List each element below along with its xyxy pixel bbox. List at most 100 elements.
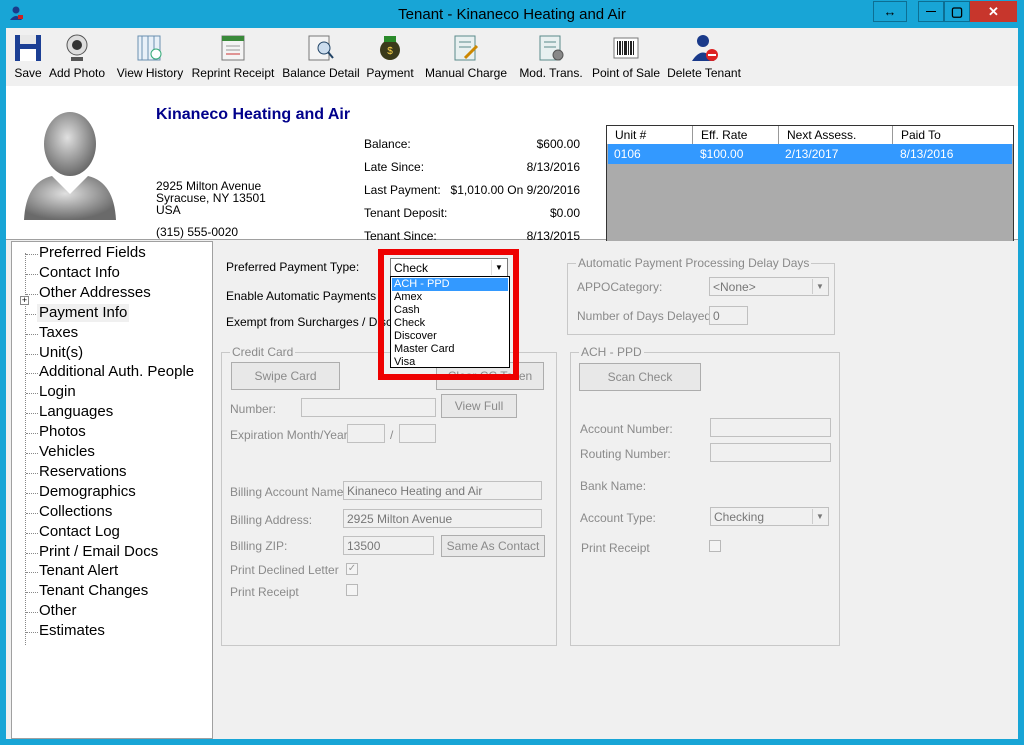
last-payment-label: Last Payment: [364,183,441,197]
tree-item[interactable]: Tenant Changes [39,582,148,600]
tree-item[interactable]: Collections [39,503,112,521]
section-tree: + Preferred Fields Contact Info Other Addr… [11,241,213,739]
balance-label: Balance: [364,137,411,151]
chevron-down-icon[interactable]: ▼ [812,509,827,524]
add-photo-button[interactable]: Add Photo [46,32,108,84]
minimize-button[interactable]: — [918,1,944,22]
tree-connector [26,273,38,275]
balance-detail-button[interactable]: Balance Detail [281,32,361,84]
ach-print-receipt-label: Print Receipt [581,541,650,555]
tenant-country: USA [156,203,181,217]
manual-charge-icon [454,35,479,61]
enable-automatic-payments-label: Enable Automatic Payments [226,289,377,303]
view-history-button[interactable]: View History [114,32,186,84]
tree-item[interactable]: Vehicles [39,443,95,461]
eff-rate-cell: $100.00 [700,147,744,161]
scan-check-button[interactable]: Scan Check [579,363,701,391]
ach-print-receipt-checkbox[interactable] [709,540,721,552]
tree-item[interactable]: Demographics [39,483,136,501]
close-button[interactable]: ✕ [970,1,1017,22]
last-payment-value: $1,010.00 On 9/20/2016 [450,183,580,197]
tree-item[interactable]: Estimates [39,622,105,640]
floppy-disk-icon [15,35,41,61]
expiration-year-input[interactable] [399,424,436,443]
reprint-receipt-button[interactable]: Reprint Receipt [191,32,275,84]
tree-connector [26,472,38,474]
maximize-button[interactable]: ▢ [944,1,970,22]
account-number-input[interactable] [710,418,831,437]
expand-icon[interactable]: + [20,296,29,305]
tree-item[interactable]: Payment Info [37,303,130,322]
print-receipt-label: Print Receipt [230,585,299,599]
tree-item[interactable]: Other Addresses [39,284,151,302]
billing-zip-input[interactable]: 13500 [343,536,434,555]
tree-item[interactable]: Tenant Alert [39,562,118,580]
tree-item[interactable]: Photos [39,423,86,441]
unit-number-cell: 0106 [614,147,641,161]
next-assess-cell: 2/13/2017 [785,147,839,161]
appo-category-value: <None> [713,280,756,294]
paid-to-cell: 8/13/2016 [900,147,954,161]
payment-button[interactable]: $ Payment [364,32,416,84]
expiration-slash: / [390,428,394,442]
tree-item[interactable]: Contact Info [39,264,120,282]
print-declined-letter-label: Print Declined Letter [230,563,339,577]
title-bar[interactable]: Tenant - Kinaneco Heating and Air ↔ — ▢ … [0,0,1024,28]
save-button[interactable]: Save [10,32,46,84]
save-label: Save [14,66,42,80]
bank-name-label: Bank Name: [580,479,647,493]
column-header-paid-to[interactable]: Paid To [893,126,1013,144]
tree-item[interactable]: Contact Log [39,523,120,541]
ach-ppd-group: ACH - PPD [570,345,840,646]
tenant-deposit-value: $0.00 [549,206,580,220]
window-title: Tenant - Kinaneco Heating and Air [398,6,626,23]
tree-item[interactable]: Unit(s) [39,344,83,362]
routing-number-label: Routing Number: [580,447,671,461]
point-of-sale-button[interactable]: Point of Sale [590,32,662,84]
expiration-month-input[interactable] [347,424,385,443]
mod-trans-button[interactable]: Mod. Trans. [516,32,586,84]
account-type-select[interactable]: Checking ▼ [710,507,829,526]
manual-charge-button[interactable]: Manual Charge [422,32,510,84]
tree-connector [25,253,26,645]
tree-item[interactable]: Print / Email Docs [39,543,158,561]
same-as-contact-button[interactable]: Same As Contact [441,535,545,557]
routing-number-input[interactable] [710,443,831,462]
tree-item[interactable]: Reservations [39,463,127,481]
billing-address-label: Billing Address: [230,513,313,527]
days-delayed-input[interactable]: 0 [709,306,748,325]
print-declined-letter-checkbox[interactable]: ✓ [346,563,358,575]
tenant-deposit-label: Tenant Deposit: [364,206,448,220]
billing-account-name-input[interactable]: Kinaneco Heating and Air [343,481,542,500]
tenant-phone: (315) 555-0020 [156,225,239,239]
delete-tenant-button[interactable]: Delete Tenant [666,32,742,84]
chevron-down-icon[interactable]: ▼ [812,279,827,294]
swipe-card-button[interactable]: Swipe Card [231,362,340,390]
receipt-icon [221,35,245,61]
tree-item[interactable]: Taxes [39,324,78,342]
appo-group-label: Automatic Payment Processing Delay Days [576,256,812,270]
tenant-header: Kinaneco Heating and Air 2925 Milton Ave… [6,86,1018,265]
card-number-input[interactable] [301,398,436,417]
avatar [24,112,116,220]
resize-button[interactable]: ↔ [873,1,907,22]
appo-category-select[interactable]: <None> ▼ [709,277,829,296]
tree-item[interactable]: Other [39,602,77,620]
column-header-unit[interactable]: Unit # [607,126,693,144]
tree-connector [26,632,38,634]
table-row[interactable]: 0106 $100.00 2/13/2017 8/13/2016 [608,144,1012,164]
balance-value: $600.00 [536,137,580,151]
tree-connector [26,492,38,494]
tree-item[interactable]: Preferred Fields [39,244,146,262]
tree-connector [26,333,38,335]
tree-item[interactable]: Login [39,383,76,401]
view-full-button[interactable]: View Full [441,394,517,418]
mod-trans-label: Mod. Trans. [519,66,583,80]
print-receipt-checkbox[interactable] [346,584,358,596]
account-type-value: Checking [714,510,765,524]
tree-item[interactable]: Languages [39,403,113,421]
tree-item[interactable]: Additional Auth. People [39,363,194,381]
column-header-next-assess[interactable]: Next Assess. [779,126,893,144]
billing-address-input[interactable]: 2925 Milton Avenue [343,509,542,528]
column-header-eff-rate[interactable]: Eff. Rate [693,126,779,144]
